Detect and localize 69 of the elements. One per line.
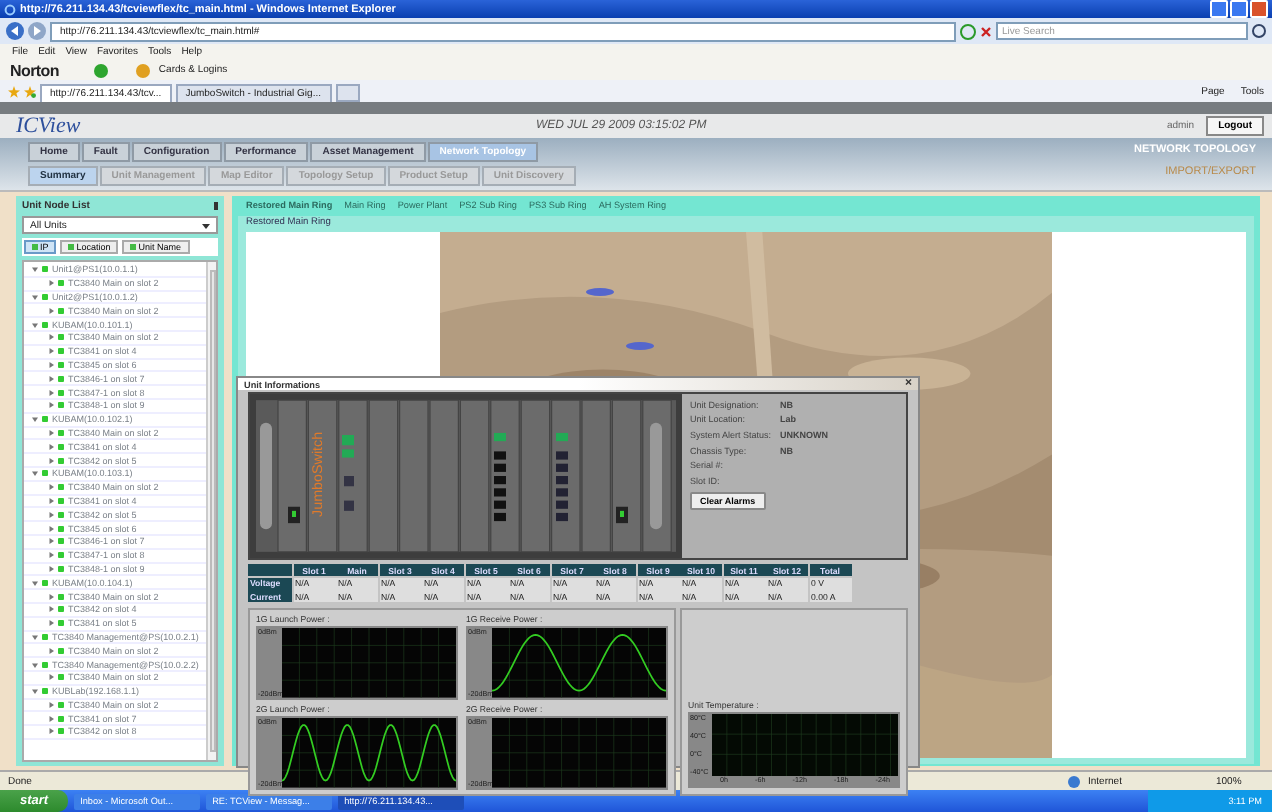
expander-icon[interactable] (32, 470, 38, 477)
browser-icon (4, 3, 16, 15)
forward-button[interactable] (28, 22, 46, 40)
norton-logo: Norton (10, 61, 59, 79)
favorites-star-icon[interactable] (8, 85, 20, 97)
maximize-button[interactable] (1230, 0, 1248, 18)
unit-icon (58, 647, 64, 654)
unit-icon (42, 293, 48, 300)
expander-icon[interactable] (48, 525, 54, 532)
unit-icon (58, 280, 64, 287)
node-icon[interactable] (626, 342, 654, 350)
expander-icon[interactable] (32, 293, 38, 300)
expander-icon[interactable] (48, 402, 54, 409)
expander-icon[interactable] (48, 348, 54, 355)
unit-icon (58, 674, 64, 681)
expander-icon[interactable] (32, 688, 38, 695)
expander-icon[interactable] (48, 389, 54, 396)
unit-icon (42, 579, 48, 586)
expander-icon[interactable] (48, 593, 54, 600)
expander-icon[interactable] (48, 728, 54, 735)
expander-icon[interactable] (48, 620, 54, 627)
expander-icon[interactable] (48, 429, 54, 436)
refresh-icon[interactable] (960, 23, 976, 39)
search-icon[interactable] (1252, 24, 1266, 38)
minimize-button[interactable] (1210, 0, 1228, 18)
expander-icon[interactable] (48, 361, 54, 368)
unit-icon (42, 661, 48, 667)
app-logo: ICView (16, 114, 83, 138)
expander-icon[interactable] (32, 633, 38, 640)
node-icon[interactable] (586, 288, 614, 296)
check-icon[interactable] (94, 63, 109, 77)
expander-icon[interactable] (48, 565, 54, 572)
expander-icon[interactable] (48, 484, 54, 491)
unit-icon (42, 416, 48, 423)
expander-icon[interactable] (48, 606, 54, 613)
unit-icon (42, 633, 48, 640)
header-cell (248, 564, 292, 576)
stop-icon[interactable] (980, 25, 992, 37)
expander-icon[interactable] (48, 457, 54, 464)
expander-icon[interactable] (48, 307, 54, 314)
unit-icon (58, 307, 64, 314)
expander-icon[interactable] (32, 416, 38, 423)
scrollbar[interactable] (206, 262, 216, 760)
expander-icon[interactable] (32, 579, 38, 586)
expander-icon[interactable] (48, 552, 54, 559)
expander-icon[interactable] (48, 674, 54, 681)
unit-icon (42, 321, 48, 328)
expander-icon[interactable] (48, 443, 54, 450)
unit-icon (42, 470, 48, 477)
globe-icon (1068, 775, 1080, 787)
card-icon (136, 63, 151, 77)
expander-icon[interactable] (48, 334, 54, 341)
expander-icon[interactable] (48, 701, 54, 708)
expander-icon[interactable] (48, 538, 54, 545)
expander-icon[interactable] (48, 280, 54, 287)
back-button[interactable] (6, 22, 24, 40)
expander-icon[interactable] (48, 647, 54, 654)
expander-icon[interactable] (32, 321, 38, 328)
unit-icon (42, 266, 48, 273)
unit-icon (42, 688, 48, 695)
expander-icon[interactable] (48, 511, 54, 518)
expander-icon[interactable] (48, 715, 54, 722)
expander-icon[interactable] (48, 375, 54, 382)
add-favorite-icon[interactable] (24, 85, 36, 97)
expander-icon[interactable] (32, 661, 38, 667)
expander-icon[interactable] (48, 497, 54, 504)
caret-icon (202, 221, 210, 229)
expander-icon[interactable] (32, 266, 38, 273)
close-button[interactable] (1250, 0, 1268, 18)
